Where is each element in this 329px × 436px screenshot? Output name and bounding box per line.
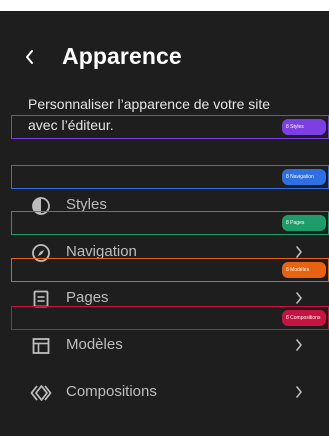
annotation-box-modeles: 8 Modèles bbox=[11, 258, 329, 282]
diamond-outline-icon bbox=[30, 382, 52, 404]
menu-item-compositions[interactable]: Compositions bbox=[0, 372, 329, 412]
chevron-right-icon bbox=[296, 246, 302, 258]
panel-header: Apparence bbox=[0, 41, 329, 81]
menu-item-label: Pages bbox=[66, 289, 109, 306]
menu-item-label: Modèles bbox=[66, 336, 123, 353]
annotation-tag: 8 Pages bbox=[282, 215, 326, 231]
chevron-right-icon bbox=[296, 386, 302, 398]
annotation-tag: 8 Modèles bbox=[282, 262, 326, 278]
annotation-box-styles: 8 Styles bbox=[11, 115, 329, 139]
layout-icon bbox=[30, 335, 52, 357]
annotation-box-pages: 8 Pages bbox=[11, 211, 329, 235]
annotation-tag: 8 Styles bbox=[282, 119, 326, 135]
menu-item-modeles[interactable]: Modèles bbox=[0, 325, 329, 365]
chevron-right-icon bbox=[296, 339, 302, 351]
appearance-panel: Apparence Personnaliser l’apparence de v… bbox=[0, 11, 329, 436]
annotation-box-compositions: 8 Compositions bbox=[11, 306, 329, 330]
menu-item-label: Compositions bbox=[66, 383, 157, 400]
chevron-right-icon bbox=[296, 292, 302, 304]
annotation-tag: 8 Compositions bbox=[282, 310, 326, 326]
page-title: Apparence bbox=[62, 43, 182, 69]
chevron-left-icon bbox=[26, 50, 33, 64]
annotation-box-navigation: 8 Navigation bbox=[11, 165, 329, 189]
back-button[interactable] bbox=[20, 45, 40, 69]
annotation-tag: 8 Navigation bbox=[282, 169, 326, 185]
